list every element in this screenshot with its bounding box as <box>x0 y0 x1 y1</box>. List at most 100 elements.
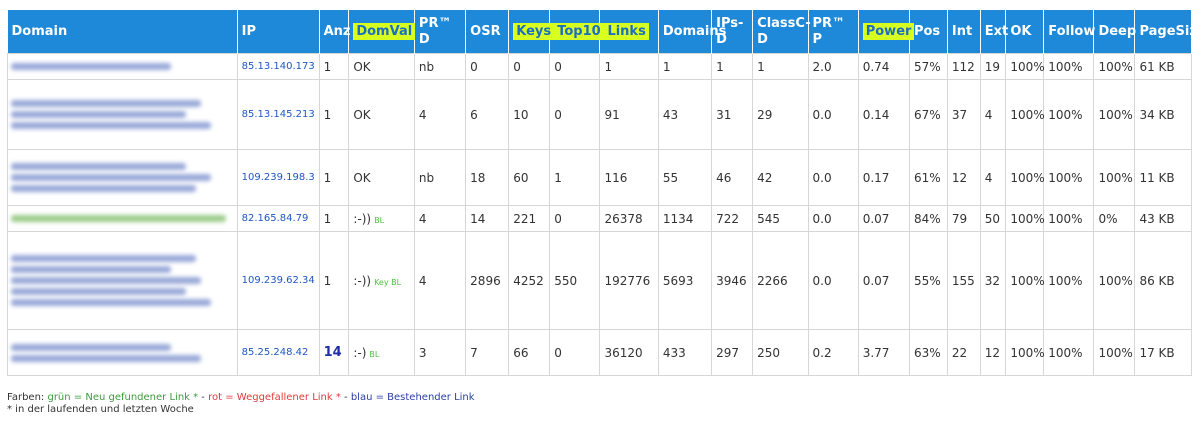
redacted-domain-text <box>11 174 211 181</box>
ok-cell: 100% <box>1005 149 1045 206</box>
ips-d-cell: 46 <box>711 149 754 206</box>
column-header-label: Power <box>862 22 915 40</box>
links-cell: 116 <box>599 149 659 206</box>
domval-cell: OK <box>348 53 415 80</box>
ok-cell: 100% <box>1005 79 1045 150</box>
column-header[interactable]: IP <box>237 10 320 54</box>
pr-d-cell: 4 <box>413 205 467 232</box>
column-header-label: Deep <box>1098 23 1137 39</box>
pagesize-cell: 86 KB <box>1134 231 1192 330</box>
table-row[interactable]: 85.13.145.213 1 OK 4 6 10 0 91 43 31 29 0.0 0.14 67% 3… <box>7 79 1192 150</box>
table-row[interactable]: 82.165.84.79 1:-)) BL 4 14 221 0 26378 1134 722 54… <box>7 205 1192 232</box>
deep-cell: 100% <box>1093 53 1136 80</box>
column-header[interactable]: Follow <box>1043 10 1096 54</box>
domval-value: :-)) <box>353 273 372 288</box>
redacted-domain-text <box>11 299 211 306</box>
domval-value: OK <box>353 107 371 122</box>
table-row[interactable]: 109.239.198.3 1 OK nb 18 60 1 116 55 46 42 0.0 0.17 6… <box>7 149 1192 206</box>
pr-d-cell: nb <box>413 53 467 80</box>
anz-cell: 1 <box>318 231 350 330</box>
column-header[interactable]: OK <box>1005 10 1045 54</box>
column-header[interactable]: Links <box>599 10 659 54</box>
domain-cell-redacted[interactable] <box>7 329 238 376</box>
domains-cell: 1 <box>657 53 713 80</box>
follow-cell: 100% <box>1043 79 1095 150</box>
column-header[interactable]: Keys <box>508 10 555 54</box>
domain-cell-redacted[interactable] <box>7 53 238 80</box>
redacted-domain-text <box>11 266 171 273</box>
ip-link[interactable]: 85.13.145.213 <box>236 79 320 150</box>
column-header-label: Int <box>951 23 973 39</box>
column-header[interactable]: IPs-D <box>711 10 754 54</box>
pr-p-cell: 0.0 <box>807 149 859 206</box>
column-header[interactable]: Pos <box>909 10 948 54</box>
redacted-domain-text <box>11 122 211 129</box>
ip-link[interactable]: 109.239.62.34 <box>236 231 320 330</box>
legend-note: * in der laufenden und letzten Woche <box>7 404 194 415</box>
ext-cell: 19 <box>979 53 1007 80</box>
pagesize-cell: 43 KB <box>1134 205 1192 232</box>
domain-cell-redacted[interactable] <box>7 231 238 330</box>
column-header[interactable]: ClassC-D <box>752 10 811 54</box>
ext-cell: 32 <box>979 231 1007 330</box>
legend-red: rot = Weggefallener Link * <box>208 392 341 403</box>
column-header[interactable]: Domains <box>658 10 726 54</box>
domain-cell-redacted[interactable] <box>7 79 238 150</box>
anz-cell: 1 <box>318 53 350 80</box>
column-header[interactable]: Power <box>858 10 915 54</box>
column-header-label: OK <box>1010 23 1032 39</box>
int-cell: 12 <box>946 149 981 206</box>
domain-cell-redacted[interactable] <box>7 149 238 206</box>
osr-cell: 18 <box>465 149 510 206</box>
ip-link[interactable]: 109.239.198.3 <box>236 149 320 206</box>
osr-cell: 6 <box>465 79 510 150</box>
domain-cell-redacted[interactable] <box>7 205 238 232</box>
domval-cell: :-)) Key BL <box>348 231 415 330</box>
top10-cell: 0 <box>549 79 601 150</box>
column-header[interactable]: Domain <box>7 10 238 54</box>
top10-cell: 0 <box>549 329 601 376</box>
column-header[interactable]: Deep <box>1093 10 1137 54</box>
column-header[interactable]: PageSize <box>1134 10 1204 54</box>
table-row[interactable]: 109.239.62.34 1:-)) Key BL 4 2896 4252 550 1927… <box>7 231 1192 330</box>
keys-cell: 10 <box>508 79 551 150</box>
power-cell: 0.74 <box>857 53 910 80</box>
ip-link[interactable]: 82.165.84.79 <box>236 205 320 232</box>
table-row[interactable]: 85.25.248.42 14:-) BL 3 7 66 0 36120 433 297 250 0.… <box>7 329 1192 376</box>
ext-cell: 4 <box>979 149 1007 206</box>
ext-cell: 12 <box>979 329 1007 376</box>
classc-d-cell: 29 <box>752 79 809 150</box>
legend-prefix: Farben: <box>7 392 48 403</box>
column-header-label: Follow <box>1048 23 1096 39</box>
deep-cell: 100% <box>1093 79 1136 150</box>
column-header[interactable]: PR™ D <box>414 10 467 54</box>
column-header[interactable]: Ext <box>980 10 1008 54</box>
column-header[interactable]: Top10 <box>549 10 604 54</box>
table-row[interactable]: 85.13.140.173 1 OK nb 0 0 0 1 1 1 1 2.0 0.74 57% 112 19… <box>7 53 1192 80</box>
ips-d-cell: 1 <box>711 53 754 80</box>
top10-cell: 550 <box>549 231 601 330</box>
int-cell: 22 <box>946 329 981 376</box>
anz-cell[interactable]: 14 <box>318 329 350 376</box>
column-header[interactable]: Anz <box>319 10 351 54</box>
links-cell: 26378 <box>599 205 659 232</box>
column-header[interactable]: Int <box>947 10 981 54</box>
blacklist-badge: BL <box>369 349 380 359</box>
redacted-domain-text <box>11 111 186 118</box>
redacted-domain-text <box>11 215 226 222</box>
follow-cell: 100% <box>1043 53 1095 80</box>
ip-link[interactable]: 85.25.248.42 <box>236 329 320 376</box>
column-header[interactable]: OSR <box>465 10 510 54</box>
column-header[interactable]: DomVal <box>348 10 416 54</box>
follow-cell: 100% <box>1043 329 1095 376</box>
osr-cell: 7 <box>465 329 510 376</box>
column-header[interactable]: PR™ P <box>808 10 859 54</box>
follow-cell: 100% <box>1043 231 1095 330</box>
links-cell: 36120 <box>599 329 659 376</box>
pr-d-cell: 3 <box>413 329 467 376</box>
keys-cell: 4252 <box>508 231 551 330</box>
table-header-row: Domain IP Anz DomVal PR™ D OSR Keys Top10 Links D… <box>7 10 1204 54</box>
ext-cell: 50 <box>979 205 1007 232</box>
ok-cell: 100% <box>1005 329 1045 376</box>
ip-link[interactable]: 85.13.140.173 <box>236 53 320 80</box>
